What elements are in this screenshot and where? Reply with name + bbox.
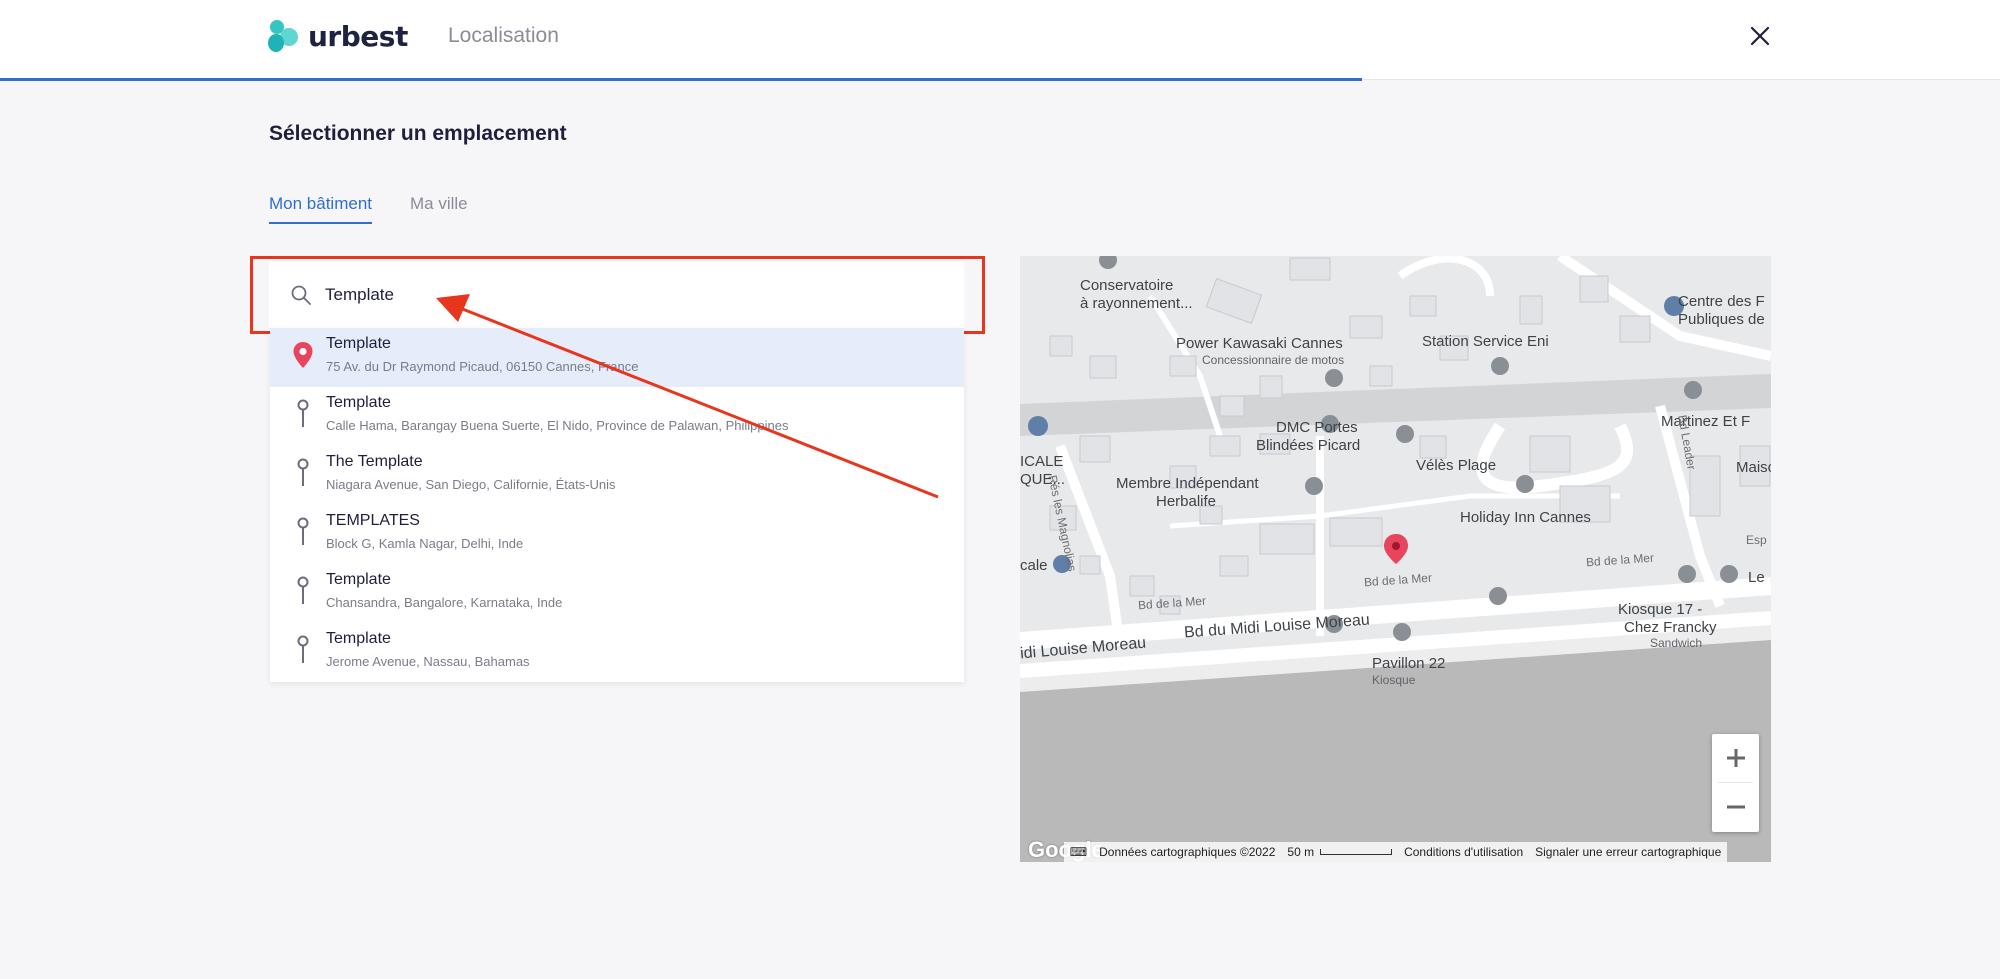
result-address: Block G, Kamla Nagar, Delhi, Inde — [326, 536, 524, 551]
search-box[interactable] — [269, 262, 964, 328]
report-error-link[interactable]: Signaler une erreur cartographique — [1529, 842, 1728, 862]
top-bar: urbest Localisation — [0, 0, 2000, 80]
map-label: à rayonnement... — [1080, 295, 1193, 312]
map-scale[interactable]: 50 m — [1281, 842, 1399, 862]
pushpin-icon — [288, 453, 318, 493]
page-title: Localisation — [448, 24, 559, 47]
result-address: Chansandra, Bangalore, Karnataka, Inde — [326, 595, 563, 610]
zoom-in-button[interactable] — [1712, 734, 1759, 782]
road-label: Esp — [1746, 533, 1767, 547]
map-label: Conservatoire — [1080, 277, 1174, 294]
pushpin-icon — [288, 394, 318, 434]
logo-text: urbest — [308, 19, 408, 53]
zoom-controls — [1712, 734, 1759, 832]
result-name: Template — [326, 630, 391, 647]
result-address: 75 Av. du Dr Raymond Picaud, 06150 Canne… — [326, 359, 639, 374]
map-label: Publiques de — [1678, 311, 1765, 328]
result-address: Jerome Avenue, Nassau, Bahamas — [326, 654, 530, 669]
map-label: Concessionnaire de motos — [1202, 353, 1345, 367]
pushpin-icon — [288, 571, 318, 611]
pushpin-icon — [288, 630, 318, 670]
search-results-list: Template 75 Av. du Dr Raymond Picaud, 06… — [270, 328, 964, 682]
section-title: Sélectionner un emplacement — [269, 122, 567, 145]
result-item[interactable]: Template Jerome Avenue, Nassau, Bahamas — [270, 623, 964, 682]
map-base — [1020, 256, 1771, 862]
result-address: Calle Hama, Barangay Buena Suerte, El Ni… — [326, 418, 789, 433]
map-label: Station Service Eni — [1422, 333, 1549, 350]
urbest-logo[interactable]: urbest — [268, 18, 408, 54]
map-label: Sandwich — [1650, 636, 1703, 650]
map-label: Holiday Inn Cannes — [1460, 509, 1591, 526]
search-input[interactable] — [325, 285, 925, 305]
map-label: Kiosque 17 - — [1618, 601, 1703, 618]
map-label: DMC Portes — [1276, 419, 1358, 436]
map-data-credit: Données cartographiques ©2022 — [1093, 842, 1282, 862]
map-label: ICALE — [1020, 453, 1064, 470]
terms-link[interactable]: Conditions d'utilisation — [1398, 842, 1530, 862]
location-tabs: Mon bâtiment Ma ville — [269, 194, 468, 224]
close-icon — [1750, 26, 1770, 46]
keyboard-icon[interactable]: ⌨ — [1063, 842, 1094, 862]
minus-icon — [1726, 805, 1745, 809]
result-name: Template — [326, 571, 391, 588]
result-item[interactable]: TEMPLATES Block G, Kamla Nagar, Delhi, I… — [270, 505, 964, 564]
pushpin-icon — [288, 512, 318, 552]
result-name: Template — [326, 335, 391, 352]
map-view[interactable]: Conservatoire à rayonnement... Power Kaw… — [1020, 256, 1771, 862]
map-label: Herbalife — [1156, 493, 1217, 510]
map-label: Membre Indépendant — [1116, 475, 1259, 492]
map-label: Kiosque — [1372, 673, 1416, 687]
close-button[interactable] — [1746, 22, 1774, 50]
result-address: Niagara Avenue, San Diego, Californie, É… — [326, 477, 616, 492]
result-name: Template — [326, 394, 391, 411]
search-icon — [291, 285, 311, 305]
result-item[interactable]: Template 75 Av. du Dr Raymond Picaud, 06… — [270, 328, 964, 387]
tab-ma-ville[interactable]: Ma ville — [410, 194, 468, 224]
map-label: Vélès Plage — [1416, 457, 1497, 474]
plus-icon — [1726, 749, 1745, 767]
map-label: cale — [1020, 557, 1048, 574]
map-label: Pavillon 22 — [1372, 655, 1446, 672]
urbest-logo-icon — [268, 18, 302, 54]
map-scale-label: 50 m — [1287, 845, 1315, 859]
result-item[interactable]: Template Calle Hama, Barangay Buena Suer… — [270, 387, 964, 446]
map-label: Blindées Picard — [1256, 437, 1361, 454]
tab-mon-batiment[interactable]: Mon bâtiment — [269, 194, 372, 224]
map-label: Le — [1748, 569, 1765, 586]
zoom-out-button[interactable] — [1712, 783, 1759, 831]
map-label: Centre des F — [1678, 293, 1765, 310]
result-name: The Template — [326, 453, 423, 470]
location-pin-icon — [288, 335, 318, 375]
result-item[interactable]: Template Chansandra, Bangalore, Karnatak… — [270, 564, 964, 623]
map-attribution: Google ⌨ Données cartographiques ©2022 5… — [1020, 837, 1771, 862]
map-label: Maiso — [1736, 459, 1771, 476]
result-name: TEMPLATES — [326, 512, 420, 529]
map-label: Chez Francky — [1624, 619, 1717, 636]
progress-bar — [0, 78, 1362, 81]
result-item[interactable]: The Template Niagara Avenue, San Diego, … — [270, 446, 964, 505]
map-label: Power Kawasaki Cannes — [1176, 335, 1343, 352]
